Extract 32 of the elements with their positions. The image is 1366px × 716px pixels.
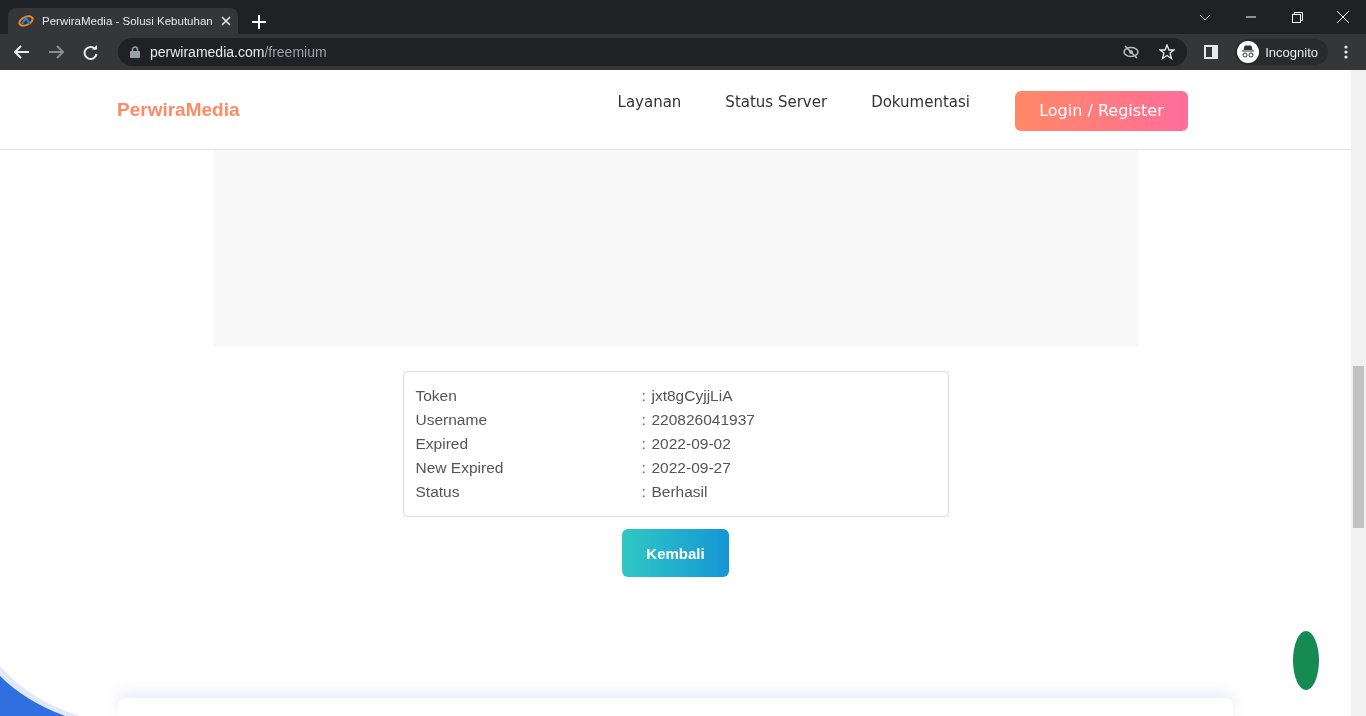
url-text: perwiramedia.com/freemium [150,44,328,60]
address-bar[interactable]: perwiramedia.com/freemium [118,38,1188,66]
star-icon[interactable] [1159,44,1176,60]
detail-separator: : [641,434,647,454]
eye-off-icon[interactable] [1123,45,1140,59]
nav-link[interactable]: Status Server [725,92,828,111]
detail-separator: : [641,386,647,406]
close-icon[interactable] [220,16,231,26]
detail-value: 2022-09-27 [651,458,732,478]
chat-bubble[interactable] [1293,631,1319,690]
detail-separator: : [641,482,647,502]
detail-value: Berhasil [651,482,709,502]
browser-tab[interactable]: PerwiraMedia - Solusi Kebutuhan [8,8,238,34]
scrollbar[interactable] [1351,70,1366,716]
detail-label: New Expired [415,458,505,478]
nav-link[interactable]: Layanan [617,92,682,111]
incognito-icon [1237,41,1260,63]
new-tab-icon[interactable] [252,15,266,29]
lock-icon [130,46,140,58]
nav-link[interactable]: Dokumentasi [871,92,970,111]
site-icon [18,14,34,28]
tab-title: PerwiraMedia - Solusi Kebutuhan [42,15,213,27]
incognito-profile[interactable]: Incognito [1235,39,1328,65]
detail-label: Token [415,386,458,406]
detail-label: Expired [415,434,470,454]
detail-value: 2022-09-02 [651,434,732,454]
detail-value: jxt8gCyjjLiA [651,386,734,406]
detail-value: 220826041937 [651,410,756,430]
detail-separator: : [641,458,647,478]
detail-label: Username [415,410,488,430]
detail-label: Status [415,482,461,502]
detail-separator: : [641,410,647,430]
